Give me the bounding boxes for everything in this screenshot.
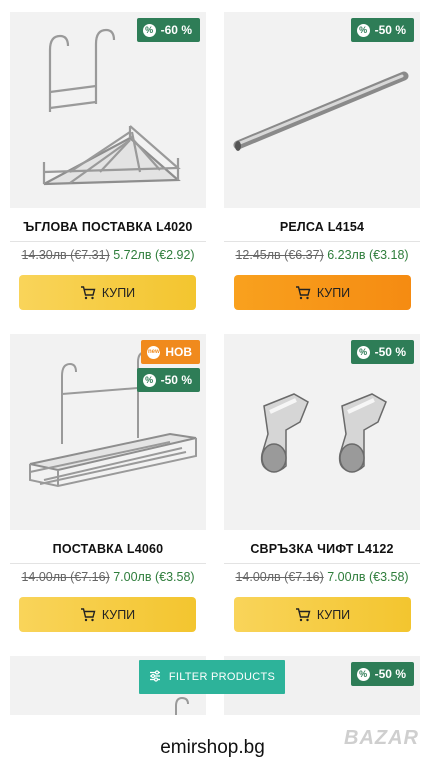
old-price: 12.45лв (€6.37): [235, 248, 324, 262]
old-price: 14.00лв (€7.16): [21, 570, 110, 584]
new-price: 5.72лв (€2.92): [113, 248, 195, 262]
divider: [224, 241, 420, 242]
percent-icon: %: [142, 373, 156, 387]
discount-label: -50 %: [374, 667, 406, 681]
sliders-icon: [149, 669, 161, 685]
discount-badge: % -50 %: [350, 340, 414, 364]
buy-label: КУПИ: [101, 607, 136, 622]
new-icon: new: [147, 345, 161, 359]
product-card[interactable]: % -50 % СВРЪЗКА ЧИФТ L4122 14.00лв (€7.1…: [224, 334, 420, 634]
new-price: 6.23лв (€3.18): [327, 248, 409, 262]
discount-label: -50 %: [374, 345, 406, 359]
product-image[interactable]: % -50 %: [224, 334, 420, 530]
product-price: 12.45лв (€6.37) 6.23лв (€3.18): [224, 248, 420, 262]
discount-badge: % -50 %: [350, 18, 414, 42]
product-title[interactable]: ПОСТАВКА L4060: [10, 542, 206, 556]
percent-icon: %: [356, 23, 370, 37]
percent-icon: %: [142, 23, 156, 37]
buy-button[interactable]: КУПИ: [234, 275, 411, 310]
product-title[interactable]: ЪГЛОВА ПОСТАВКА L4020: [10, 220, 206, 234]
new-price: 7.00лв (€3.58): [113, 570, 195, 584]
discount-badge: % -50 %: [350, 662, 414, 686]
buy-button[interactable]: КУПИ: [19, 275, 196, 310]
buy-button[interactable]: КУПИ: [234, 597, 411, 632]
new-price: 7.00лв (€3.58): [327, 570, 409, 584]
percent-icon: %: [356, 345, 370, 359]
product-title[interactable]: СВРЪЗКА ЧИФТ L4122: [224, 542, 420, 556]
cart-icon: [295, 607, 311, 622]
product-card[interactable]: % -50 % РЕЛСА L4154 12.45лв (€6.37) 6.23…: [224, 12, 420, 312]
percent-icon: %: [356, 667, 370, 681]
buy-label: КУПИ: [101, 285, 136, 300]
buy-button[interactable]: КУПИ: [19, 597, 196, 632]
discount-label: -50 %: [374, 23, 406, 37]
cart-icon: [80, 285, 96, 300]
product-image[interactable]: % -60 %: [10, 12, 206, 208]
old-price: 14.00лв (€7.16): [235, 570, 324, 584]
cart-icon: [80, 607, 96, 622]
buy-label: КУПИ: [316, 285, 351, 300]
bazar-watermark-logo: BAZAR: [344, 727, 419, 749]
product-image[interactable]: % -50 %: [224, 12, 420, 208]
filter-products-button[interactable]: FILTER PRODUCTS: [139, 660, 285, 694]
footer-banner: emirshop.bg BAZAR: [0, 715, 425, 768]
product-price: 14.00лв (€7.16) 7.00лв (€3.58): [224, 570, 420, 584]
cart-icon: [295, 285, 311, 300]
filter-label: FILTER PRODUCTS: [168, 671, 276, 683]
new-label: НОВ: [165, 345, 192, 359]
buy-label: КУПИ: [316, 607, 351, 622]
product-card[interactable]: % -60 % ЪГЛОВА ПОСТАВКА L4020 14.30лв (€…: [10, 12, 206, 312]
product-title[interactable]: РЕЛСА L4154: [224, 220, 420, 234]
divider: [10, 241, 206, 242]
discount-label: -60 %: [160, 23, 192, 37]
discount-label: -50 %: [160, 373, 192, 387]
old-price: 14.30лв (€7.31): [21, 248, 110, 262]
product-image[interactable]: new НОВ % -50 %: [10, 334, 206, 530]
divider: [224, 563, 420, 564]
discount-badge: % -60 %: [136, 18, 200, 42]
product-price: 14.30лв (€7.31) 5.72лв (€2.92): [10, 248, 206, 262]
discount-badge: % -50 %: [136, 368, 200, 392]
product-card[interactable]: new НОВ % -50 % ПОСТАВКА L4060 14.00лв (…: [10, 334, 206, 634]
divider: [10, 563, 206, 564]
new-badge: new НОВ: [141, 340, 200, 364]
product-price: 14.00лв (€7.16) 7.00лв (€3.58): [10, 570, 206, 584]
